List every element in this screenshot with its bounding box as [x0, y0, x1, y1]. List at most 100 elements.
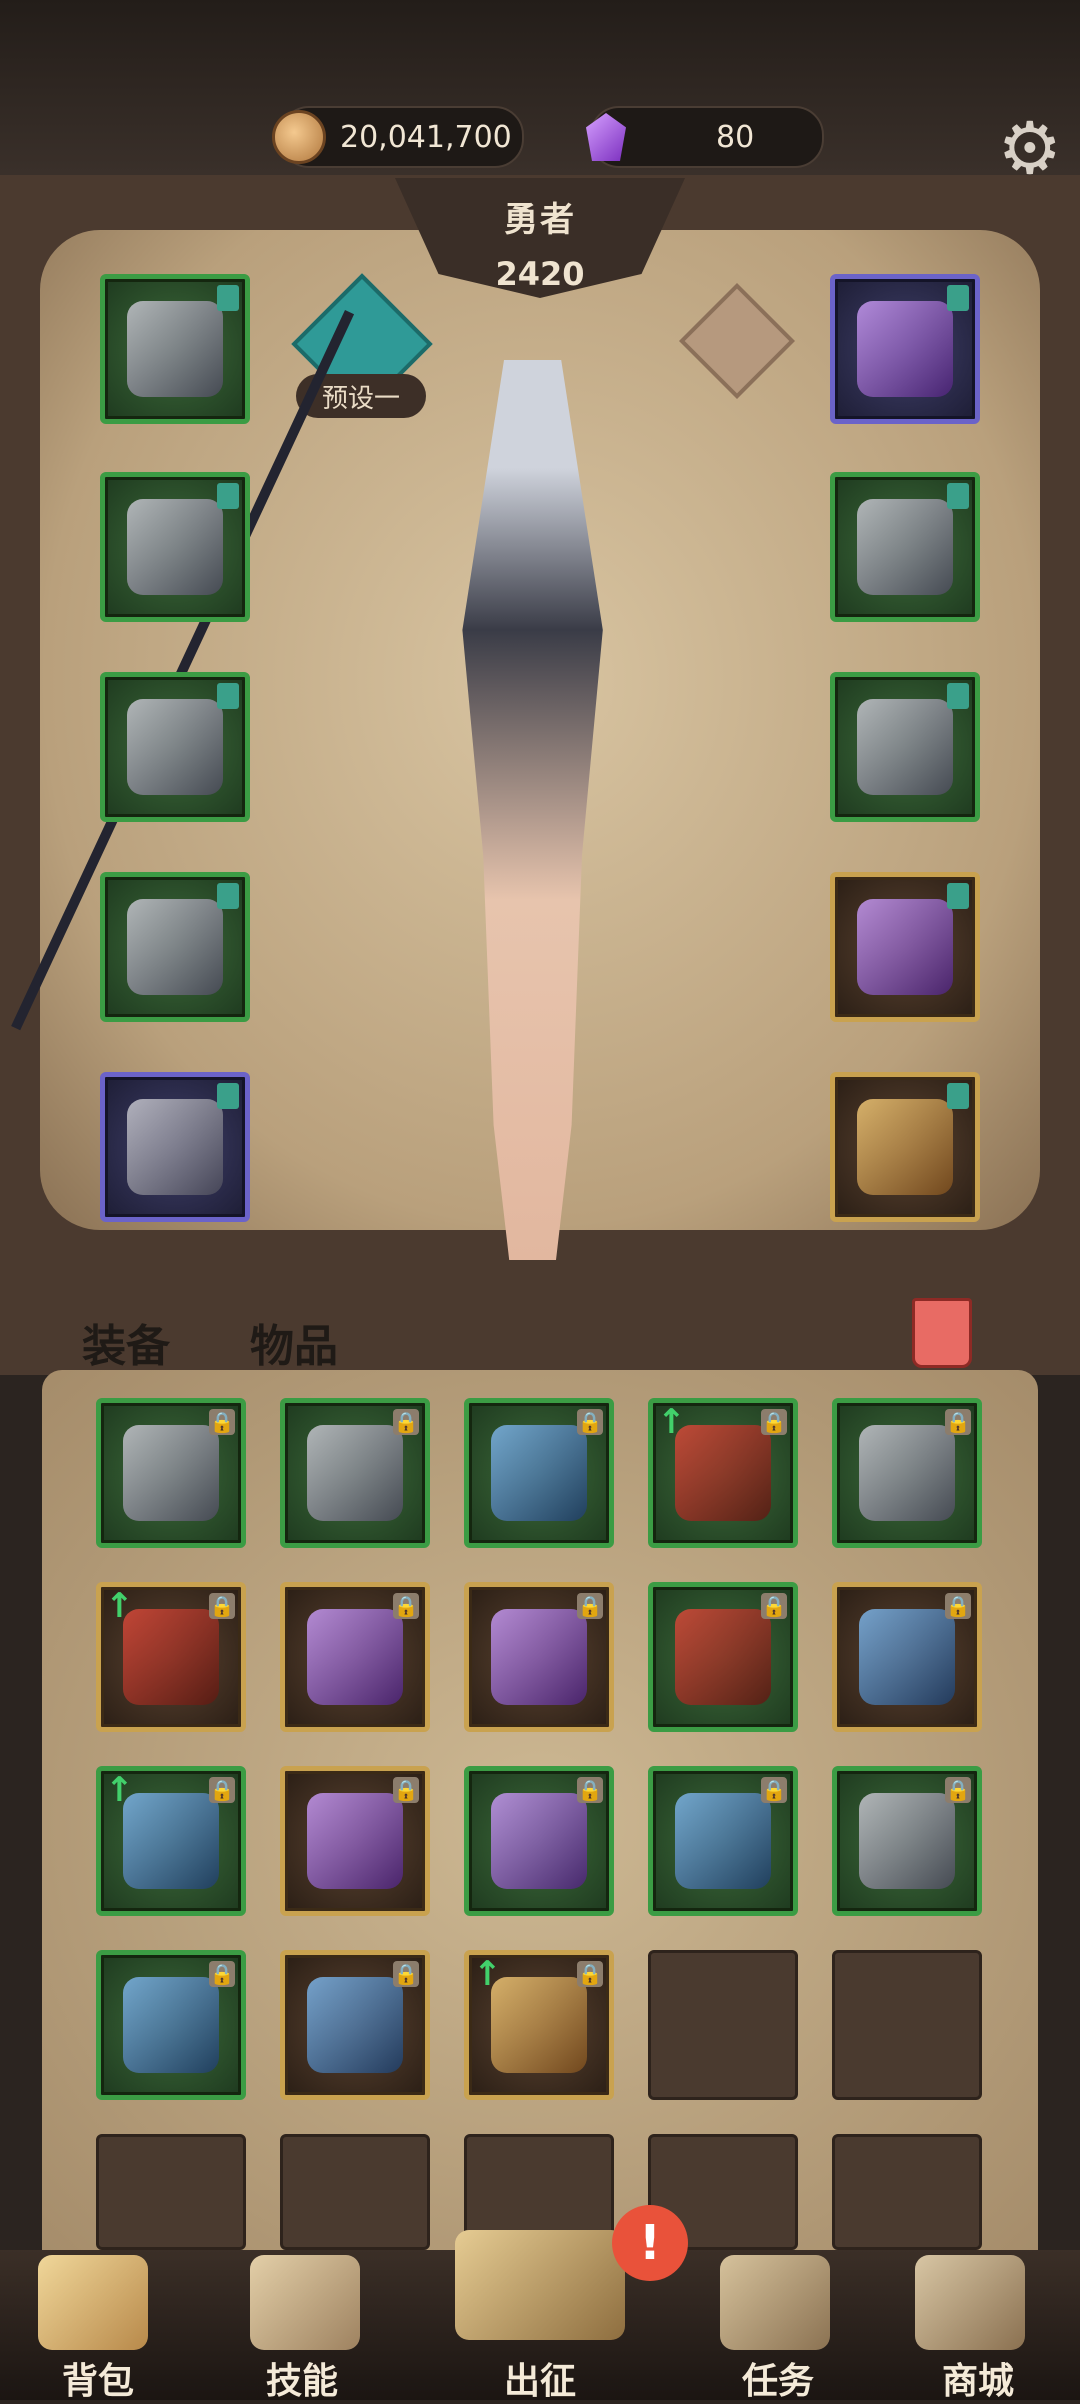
inventory-item: [491, 1793, 587, 1889]
inventory-item: [859, 1425, 955, 1521]
gold-amount: 20,041,700: [340, 119, 512, 155]
lock-icon: 🔒: [577, 1593, 603, 1619]
inventory-item: [307, 1609, 403, 1705]
gold-counter[interactable]: 20,041,700: [272, 106, 524, 168]
task-scroll-icon[interactable]: [720, 2255, 830, 2350]
lock-icon: 🔒: [393, 1961, 419, 1987]
inventory-item: [123, 1793, 219, 1889]
inventory-slot[interactable]: 🔒: [832, 1582, 982, 1732]
gear-icon[interactable]: ⚙: [997, 112, 1062, 184]
inventory-slot-empty[interactable]: [648, 1950, 798, 2100]
nav-bag[interactable]: 背包: [18, 2352, 178, 2404]
equipped-tag-icon: [947, 683, 969, 709]
lock-icon: 🔒: [577, 1409, 603, 1435]
inventory-item: [123, 1977, 219, 2073]
equip-slot-offhand[interactable]: [830, 1072, 980, 1222]
nav-shop[interactable]: 商城: [898, 2352, 1058, 2404]
inventory-item: [307, 1425, 403, 1521]
tome-item: [857, 1099, 953, 1195]
top-bar: [0, 0, 1080, 175]
inventory-item: [491, 1425, 587, 1521]
inventory-slot[interactable]: 🔒: [280, 1950, 430, 2100]
inventory-item: [859, 1609, 955, 1705]
skill-book-icon[interactable]: [250, 2255, 360, 2350]
inventory-item: [307, 1793, 403, 1889]
nav-tasks[interactable]: 任务: [698, 2352, 858, 2404]
inventory-item: [859, 1793, 955, 1889]
lock-icon: 🔒: [761, 1409, 787, 1435]
inventory-slot[interactable]: ↑ 🔒: [96, 1582, 246, 1732]
lock-icon: 🔒: [577, 1777, 603, 1803]
equipped-tag-icon: [947, 483, 969, 509]
nav-skills[interactable]: 技能: [222, 2352, 382, 2404]
equip-slot-feet[interactable]: [100, 1072, 250, 1222]
trash-icon[interactable]: [912, 1298, 972, 1368]
lock-icon: 🔒: [945, 1409, 971, 1435]
equipped-tag-icon: [217, 1083, 239, 1109]
inventory-slot[interactable]: ↑ 🔒: [96, 1766, 246, 1916]
equip-slot-shoulder[interactable]: [100, 472, 250, 622]
lock-icon: 🔒: [209, 1409, 235, 1435]
shop-crown-icon[interactable]: [915, 2255, 1025, 2350]
equip-slot-weapon[interactable]: [830, 872, 980, 1022]
inventory-slot-empty[interactable]: [832, 1950, 982, 2100]
equip-slot-chest[interactable]: [100, 672, 250, 822]
inventory-slot[interactable]: 🔒: [280, 1766, 430, 1916]
inventory-slot[interactable]: 🔒: [832, 1398, 982, 1548]
inventory-slot[interactable]: 🔒: [464, 1766, 614, 1916]
inventory-item: [123, 1425, 219, 1521]
hero-title: 勇者: [504, 200, 576, 240]
gem-amount: 80: [716, 119, 755, 155]
skirt-item: [127, 899, 223, 995]
lock-icon: 🔒: [209, 1777, 235, 1803]
tab-items[interactable]: 物品: [250, 1310, 338, 1374]
inventory-item: [491, 1609, 587, 1705]
equip-slot-ring-2[interactable]: [830, 672, 980, 822]
equipped-tag-icon: [217, 883, 239, 909]
inventory-slot-empty[interactable]: [96, 2134, 246, 2250]
coin-icon: [272, 110, 326, 164]
lock-icon: 🔒: [209, 1593, 235, 1619]
inventory-item: [675, 1793, 771, 1889]
equipped-tag-icon: [217, 683, 239, 709]
inventory-slot[interactable]: 🔒: [648, 1582, 798, 1732]
inventory-slot[interactable]: 🔒: [464, 1398, 614, 1548]
equip-slot-necklace[interactable]: [830, 274, 980, 424]
lock-icon: 🔒: [945, 1593, 971, 1619]
backpack-icon[interactable]: [38, 2255, 148, 2350]
inventory-slot[interactable]: 🔒: [464, 1582, 614, 1732]
leg-chain-item: [127, 1099, 223, 1195]
ring-item: [857, 699, 953, 795]
equip-slot-head[interactable]: [100, 274, 250, 424]
equipped-tag-icon: [947, 285, 969, 311]
inventory-slot[interactable]: ↑ 🔒: [648, 1398, 798, 1548]
equip-slot-legs[interactable]: [100, 872, 250, 1022]
lock-icon: 🔒: [393, 1409, 419, 1435]
inventory-slot-empty[interactable]: [832, 2134, 982, 2250]
inventory-slot[interactable]: ↑ 🔒: [464, 1950, 614, 2100]
equipped-tag-icon: [947, 1083, 969, 1109]
lock-icon: 🔒: [393, 1777, 419, 1803]
lock-icon: 🔒: [393, 1593, 419, 1619]
inventory-slot[interactable]: 🔒: [648, 1766, 798, 1916]
inventory-item: [123, 1609, 219, 1705]
inventory-slot[interactable]: 🔒: [96, 1398, 246, 1548]
necklace-item: [857, 301, 953, 397]
nav-expedition[interactable]: 出征: [460, 2352, 620, 2404]
headdress-item: [127, 301, 223, 397]
inventory-slot-empty[interactable]: [280, 2134, 430, 2250]
gem-counter[interactable]: 80: [586, 106, 824, 168]
alert-badge: !: [612, 2205, 688, 2281]
inventory-slot[interactable]: 🔒: [96, 1950, 246, 2100]
inventory-slot[interactable]: 🔒: [832, 1766, 982, 1916]
lock-icon: 🔒: [209, 1961, 235, 1987]
inventory-slot[interactable]: 🔒: [280, 1582, 430, 1732]
chest-item: [127, 699, 223, 795]
expedition-map-icon[interactable]: [455, 2230, 625, 2340]
equipped-tag-icon: [947, 883, 969, 909]
staff-item: [857, 899, 953, 995]
inventory-item: [675, 1425, 771, 1521]
equip-slot-ring-1[interactable]: [830, 472, 980, 622]
inventory-slot[interactable]: 🔒: [280, 1398, 430, 1548]
tab-equipment[interactable]: 装备: [82, 1310, 170, 1374]
